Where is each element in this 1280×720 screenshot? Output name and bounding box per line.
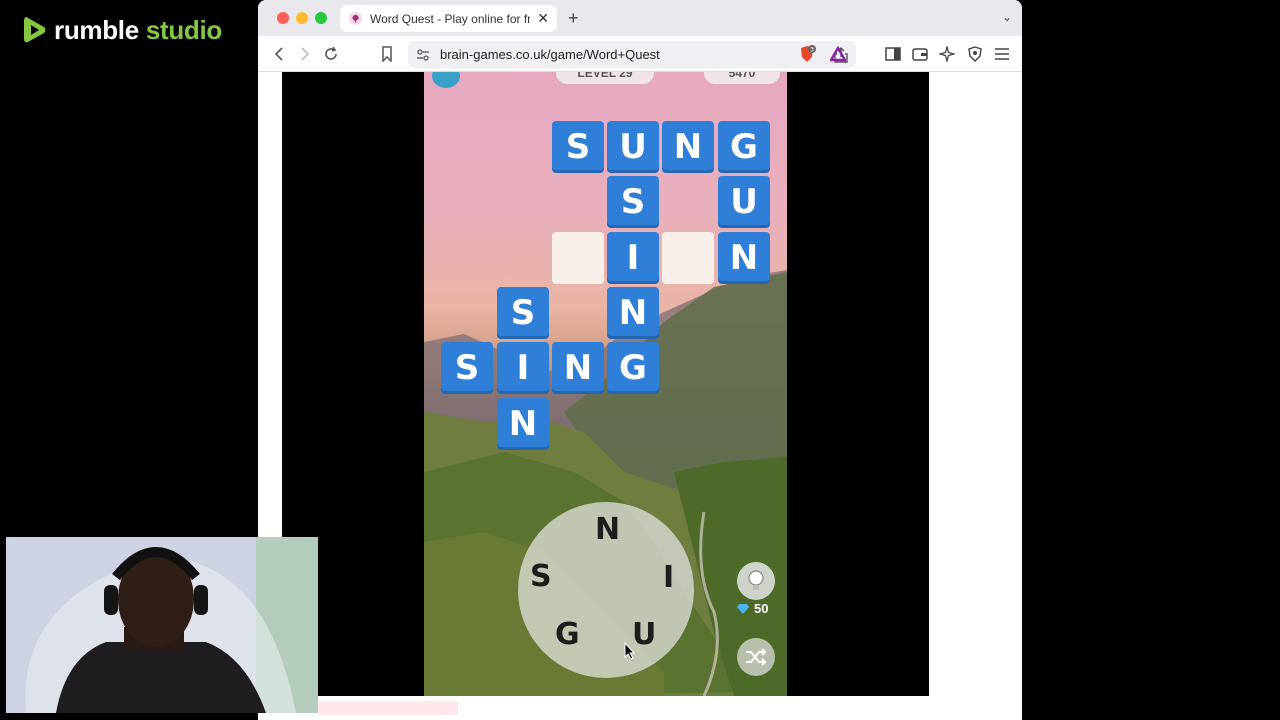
crossword-tile: N: [662, 121, 714, 173]
hint-cost-value: 50: [754, 601, 769, 616]
shuffle-button[interactable]: [737, 638, 775, 676]
hint-lightbulb-button[interactable]: [737, 562, 775, 600]
minimize-window-button[interactable]: [296, 12, 308, 24]
crossword-tile: I: [607, 232, 659, 284]
crossword-tile: N: [497, 398, 549, 450]
tab-list-chevron-icon[interactable]: ⌄: [1002, 10, 1012, 24]
crossword-tile: G: [607, 342, 659, 394]
reload-button[interactable]: [322, 45, 340, 63]
page-viewport: LEVEL 29 5470 S U N G S U I N S N S I N …: [258, 72, 1022, 720]
streamer-webcam-image: [6, 537, 318, 713]
horizontal-scrollbar[interactable]: [318, 701, 458, 715]
screen: rumble studio Word Quest - Play online f…: [0, 0, 1280, 720]
wheel-letter[interactable]: N: [595, 512, 620, 547]
brave-rewards-icon[interactable]: [829, 45, 847, 63]
brain-favicon-icon: [348, 11, 363, 26]
crossword-tile: S: [552, 121, 604, 173]
crossword-tile: S: [497, 287, 549, 339]
rumble-play-icon: [24, 17, 46, 43]
menu-icon[interactable]: [993, 45, 1011, 63]
wallet-icon[interactable]: [911, 45, 929, 63]
tab-title: Word Quest - Play online for fr: [370, 11, 531, 26]
crossword-tile: S: [441, 342, 493, 394]
crossword-tile: U: [718, 176, 770, 228]
diamond-icon: [737, 603, 749, 614]
crossword-tile: G: [718, 121, 770, 173]
address-bar[interactable]: brain-games.co.uk/game/Word+Quest: [408, 41, 856, 68]
wheel-letter[interactable]: I: [663, 560, 674, 595]
crossword-tile: I: [497, 342, 549, 394]
crossword-tile: S: [607, 176, 659, 228]
brave-shields-icon[interactable]: 3: [798, 45, 816, 63]
forward-button[interactable]: [296, 45, 314, 63]
browser-window: Word Quest - Play online for fr ✕ + ⌄ br…: [258, 0, 1022, 720]
mouse-cursor-icon: [624, 642, 636, 660]
svg-text:3: 3: [810, 47, 814, 54]
crossword-tile: N: [552, 342, 604, 394]
webcam-overlay: [6, 537, 318, 713]
crossword-tile-empty: [662, 232, 714, 284]
bookmark-icon[interactable]: [378, 45, 396, 63]
shuffle-icon: [746, 648, 767, 666]
lightbulb-icon: [748, 570, 764, 590]
crossword-tile: N: [718, 232, 770, 284]
coin-counter: 5470: [704, 72, 780, 84]
crossword-tile: N: [607, 287, 659, 339]
window-controls: [277, 12, 327, 24]
navigation-bar: brain-games.co.uk/game/Word+Quest 3: [258, 36, 1022, 72]
active-tab[interactable]: Word Quest - Play online for fr ✕: [340, 5, 557, 32]
rumble-studio-logo: rumble studio: [22, 14, 222, 46]
level-label: LEVEL 29: [556, 72, 654, 84]
close-tab-icon[interactable]: ✕: [537, 10, 549, 27]
vpn-shield-icon[interactable]: [966, 45, 984, 63]
url-text: brain-games.co.uk/game/Word+Quest: [440, 47, 660, 62]
letter-wheel[interactable]: N I U G S: [518, 502, 694, 678]
word-quest-game[interactable]: LEVEL 29 5470 S U N G S U I N S N S I N …: [424, 72, 787, 696]
brand-text: rumble studio: [54, 14, 223, 45]
crossword-tile-empty: [552, 232, 604, 284]
tab-bar: Word Quest - Play online for fr ✕ + ⌄: [258, 0, 1022, 36]
crossword-tile: U: [607, 121, 659, 173]
wheel-letter[interactable]: S: [530, 559, 552, 594]
site-settings-icon[interactable]: [416, 48, 430, 62]
zoom-window-button[interactable]: [315, 12, 327, 24]
new-tab-button[interactable]: +: [568, 8, 579, 29]
leo-ai-icon[interactable]: [938, 45, 956, 63]
back-button[interactable]: [270, 45, 288, 63]
close-window-button[interactable]: [277, 12, 289, 24]
wheel-letter[interactable]: G: [555, 617, 580, 652]
sidebar-toggle-icon[interactable]: [884, 45, 902, 63]
hint-cost: 50: [736, 601, 768, 616]
